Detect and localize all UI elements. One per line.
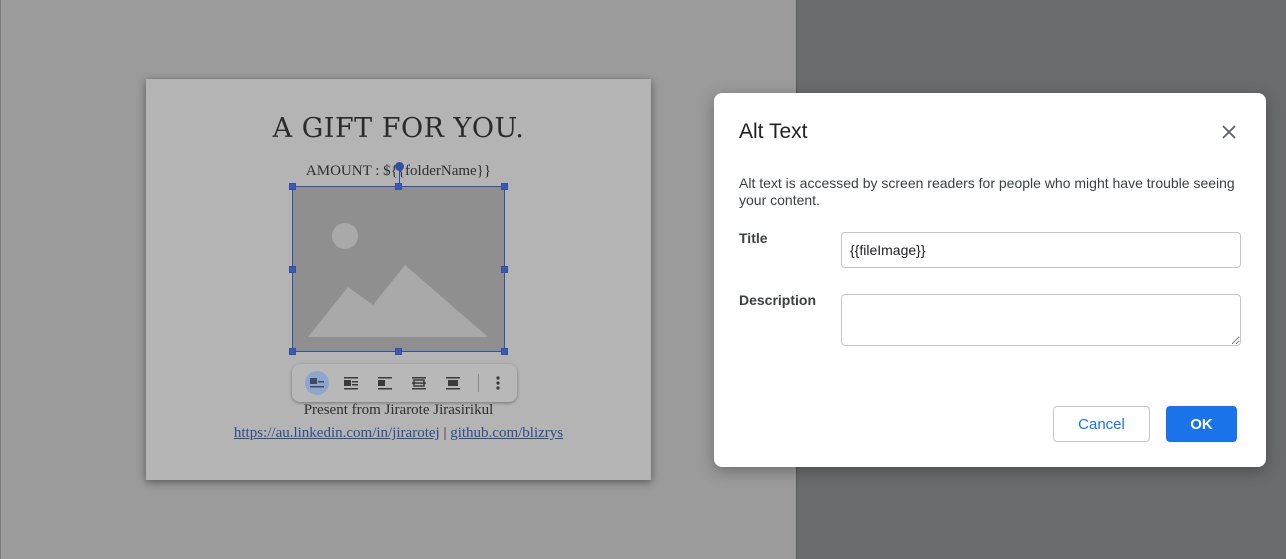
rotation-handle[interactable] (395, 162, 404, 171)
github-link[interactable]: github.com/blizrys (450, 425, 563, 441)
alt-text-dialog: Alt Text Alt text is accessed by screen … (714, 93, 1266, 467)
dialog-title: Alt Text (739, 120, 808, 143)
description-label: Description (739, 292, 817, 308)
behind-text-icon[interactable] (407, 371, 431, 395)
inline-icon[interactable] (305, 371, 329, 395)
document-page: A GIFT FOR YOU. AMOUNT : ${{folderName}}… (146, 79, 651, 480)
resize-handle-ne[interactable] (501, 183, 508, 190)
description-field[interactable] (841, 294, 1241, 346)
resize-handle-n[interactable] (395, 183, 402, 190)
resize-handle-nw[interactable] (289, 183, 296, 190)
close-icon[interactable] (1217, 120, 1241, 144)
title-field[interactable] (841, 232, 1241, 268)
ok-button[interactable]: OK (1166, 406, 1237, 442)
dialog-description: Alt text is accessed by screen readers f… (739, 175, 1235, 208)
resize-handle-e[interactable] (501, 266, 508, 273)
document-title: A GIFT FOR YOU. (272, 113, 525, 144)
present-text: Present from Jirarote Jirasirikul (303, 402, 494, 418)
link-separator: | (439, 425, 451, 441)
image-placeholder[interactable] (289, 183, 508, 355)
toolbar-divider (478, 374, 479, 392)
wrap-text-icon[interactable] (339, 371, 363, 395)
resize-handle-se[interactable] (501, 348, 508, 355)
cancel-button[interactable]: Cancel (1053, 406, 1150, 442)
break-text-icon[interactable] (373, 371, 397, 395)
more-options-icon[interactable] (486, 371, 510, 395)
links-line: https://au.linkedin.com/in/jirarotej | g… (146, 425, 651, 442)
resize-handle-s[interactable] (395, 348, 402, 355)
image-options-toolbar (292, 364, 517, 402)
in-front-of-text-icon[interactable] (441, 371, 465, 395)
title-label: Title (739, 230, 768, 246)
resize-handle-w[interactable] (289, 266, 296, 273)
image-placeholder-icon (308, 223, 488, 337)
linkedin-link[interactable]: https://au.linkedin.com/in/jirarotej (234, 425, 440, 441)
resize-handle-sw[interactable] (289, 348, 296, 355)
